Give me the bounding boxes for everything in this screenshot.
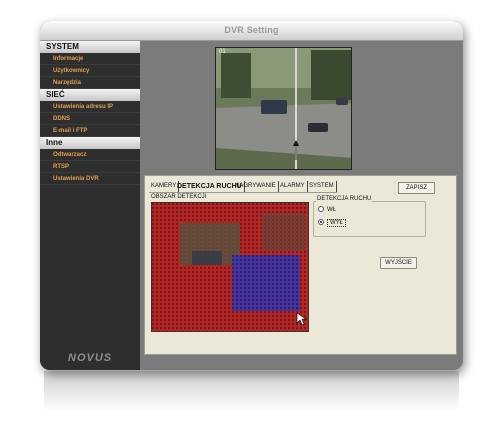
sidebar-item-uzytkownicy[interactable]: Użytkownicy bbox=[40, 65, 140, 77]
tab-underline bbox=[149, 192, 337, 193]
sidebar-item-narzedzia[interactable]: Narzędzia bbox=[40, 77, 140, 89]
title-bar: DVR Setting bbox=[40, 21, 463, 41]
radio-on-icon[interactable] bbox=[318, 206, 324, 213]
settings-panel: KAMERY DETEKCJA RUCHU NAGRYWANIE ALARMY … bbox=[144, 175, 457, 355]
frame-reflection bbox=[44, 371, 459, 411]
sidebar-item-ustawienia-ip[interactable]: Ustawienia adresu IP bbox=[40, 101, 140, 113]
sidebar-item-ddns[interactable]: DDNS bbox=[40, 113, 140, 125]
sidebar-item-informacje[interactable]: Informacje bbox=[40, 53, 140, 65]
tab-nagrywanie[interactable]: NAGRYWANIE bbox=[233, 181, 279, 192]
sidebar-section-inne: Inne bbox=[40, 137, 140, 149]
sidebar-section-system: SYSTEM bbox=[40, 41, 140, 53]
street-scene-image bbox=[216, 48, 351, 169]
camera-preview: 01 bbox=[215, 47, 352, 170]
save-button[interactable]: ZAPISZ bbox=[398, 182, 435, 194]
novus-logo: NOVUS bbox=[68, 352, 113, 364]
sidebar-section-siec: SIEĆ bbox=[40, 89, 140, 101]
tab-alarmy[interactable]: ALARMY bbox=[278, 181, 308, 192]
detection-grid-overlay[interactable] bbox=[152, 203, 309, 332]
tab-system[interactable]: SYSTEM bbox=[307, 181, 337, 192]
motion-detection-title: DETEKCJA RUCHU bbox=[316, 196, 373, 202]
sidebar-item-odtwarzacz[interactable]: Odtwarzacz bbox=[40, 149, 140, 161]
exit-button[interactable]: WYJŚCIE bbox=[380, 257, 417, 269]
radio-off-label: WYŁ bbox=[327, 219, 347, 227]
main-area: 01 KAMERY DETEKCJA RUCHU NAGRYWANIE ALAR… bbox=[140, 41, 463, 370]
sidebar-item-ustawienia-dvr[interactable]: Ustawienia DVR bbox=[40, 173, 140, 185]
radio-on-row[interactable]: WŁ bbox=[318, 206, 336, 215]
radio-on-label: WŁ bbox=[327, 207, 336, 213]
channel-label: 01 bbox=[219, 49, 226, 55]
sidebar-item-rtsp[interactable]: RTSP bbox=[40, 161, 140, 173]
sidebar-item-email-ftp[interactable]: E-mail i FTP bbox=[40, 125, 140, 137]
detection-area-grid[interactable] bbox=[151, 202, 309, 332]
dvr-window: DVR Setting SYSTEM Informacje Użytkownic… bbox=[40, 21, 463, 370]
radio-off-icon[interactable] bbox=[318, 219, 324, 226]
detection-area-label: OBSZAR DETEKCJI bbox=[151, 194, 207, 200]
window-title: DVR Setting bbox=[224, 25, 279, 35]
sidebar: SYSTEM Informacje Użytkownicy Narzędzia … bbox=[40, 41, 140, 370]
radio-off-row[interactable]: WYŁ bbox=[318, 219, 347, 228]
